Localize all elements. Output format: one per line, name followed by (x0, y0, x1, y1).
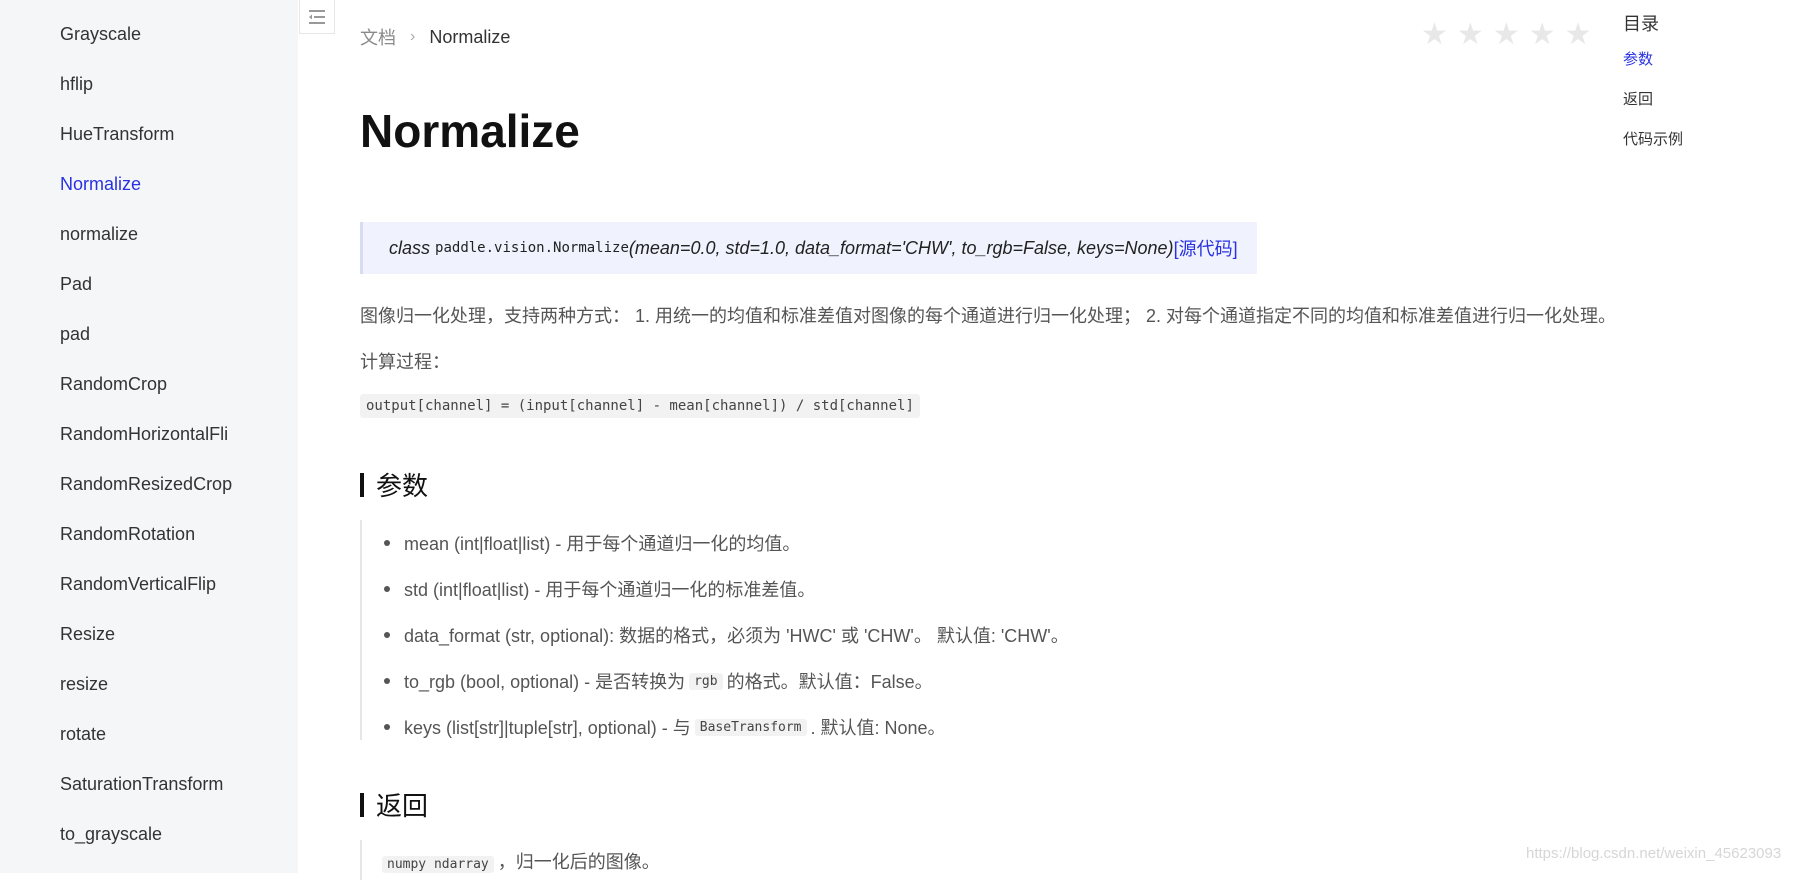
sidebar-item-pad-class[interactable]: Pad (60, 274, 92, 295)
inline-code: rgb (689, 672, 723, 690)
sidebar-item-resize-func[interactable]: resize (60, 674, 108, 695)
list-item: mean (int|float|list) - 用于每个通道归一化的均值。 (384, 530, 801, 556)
star-icon[interactable]: ★ (1493, 20, 1520, 50)
heading-bar (360, 472, 364, 497)
param-text: std (int|float|list) - 用于每个通道归一化的标准差值。 (404, 580, 816, 600)
params-heading: 参数 (360, 466, 428, 503)
bullet-icon (384, 540, 390, 546)
watermark: https://blog.csdn.net/weixin_45623093 (1526, 845, 1782, 862)
sidebar-item-randomhorizontalflip[interactable]: RandomHorizontalFli (60, 424, 228, 445)
toc-item-returns[interactable]: 返回 (1623, 88, 1653, 109)
list-item: keys (list[str]|tuple[str], optional) - … (384, 714, 946, 740)
inline-code: numpy ndarray (382, 856, 494, 873)
chevron-right-icon: › (410, 28, 416, 45)
sidebar-item-grayscale[interactable]: Grayscale (60, 24, 141, 45)
returns-block: numpy ndarray ，归一化后的图像。 (360, 840, 962, 880)
formula-code: output[channel] = (input[channel] - mean… (360, 394, 920, 418)
param-text: 的格式。默认值：False。 (726, 672, 933, 692)
api-signature: class paddle.vision.Normalize (mean=0.0, … (360, 222, 1257, 274)
param-text: mean (int|float|list) - 用于每个通道归一化的均值。 (404, 534, 801, 554)
menu-collapse-icon (309, 9, 325, 24)
breadcrumb: 文档 › Normalize (360, 24, 510, 50)
calc-label: 计算过程： (360, 352, 450, 372)
signature-name: paddle.vision.Normalize (435, 240, 629, 256)
heading-bar (360, 792, 364, 817)
star-icon[interactable]: ★ (1421, 20, 1448, 50)
sidebar-nav: Grayscale hflip HueTransform Normalize n… (0, 0, 298, 873)
param-text: keys (list[str]|tuple[str], optional) - … (404, 718, 691, 738)
signature-params: (mean=0.0, std=1.0, data_format='CHW', t… (628, 237, 1174, 258)
sidebar-item-huetransform[interactable]: HueTransform (60, 124, 174, 145)
returns-heading-text: 返回 (376, 791, 429, 821)
sidebar-item-saturationtransform[interactable]: SaturationTransform (60, 774, 223, 795)
returns-heading: 返回 (360, 786, 428, 823)
sidebar-item-pad-func[interactable]: pad (60, 324, 90, 345)
page-title: Normalize (360, 105, 580, 157)
sidebar-item-randomcrop[interactable]: RandomCrop (60, 374, 167, 395)
bullet-icon (384, 632, 390, 638)
toc-item-params[interactable]: 参数 (1623, 48, 1653, 69)
bullet-icon (384, 724, 390, 730)
bullet-icon (384, 678, 390, 684)
description: 图像归一化处理，支持两种方式： 1. 用统一的均值和标准差值对图像的每个通道进行… (360, 306, 1617, 326)
source-code-link[interactable]: [源代码] (1174, 235, 1238, 261)
toc-title: 目录 (1623, 14, 1659, 34)
star-icon[interactable]: ★ (1565, 20, 1592, 50)
sidebar-item-to-grayscale[interactable]: to_grayscale (60, 824, 162, 845)
sidebar-item-hflip[interactable]: hflip (60, 74, 93, 95)
sidebar-item-normalize-class[interactable]: Normalize (60, 174, 141, 195)
toc-item-code-example[interactable]: 代码示例 (1623, 128, 1683, 149)
rating-stars: ★ ★ ★ ★ ★ (1421, 20, 1592, 50)
signature-keyword: class (389, 237, 431, 258)
param-text: data_format (str, optional): 数据的格式，必须为 '… (404, 626, 1069, 646)
list-item: data_format (str, optional): 数据的格式，必须为 '… (384, 622, 1069, 648)
sidebar-item-randomresizedcrop[interactable]: RandomResizedCrop (60, 474, 232, 495)
breadcrumb-current: Normalize (429, 26, 511, 47)
params-heading-text: 参数 (376, 471, 429, 501)
sidebar-item-normalize-func[interactable]: normalize (60, 224, 138, 245)
inline-code: BaseTransform (694, 718, 807, 736)
param-text: to_rgb (bool, optional) - 是否转换为 (404, 672, 686, 692)
breadcrumb-docs-link[interactable]: 文档 (360, 24, 396, 50)
list-item: std (int|float|list) - 用于每个通道归一化的标准差值。 (384, 576, 816, 602)
param-text: . 默认值: None。 (810, 718, 946, 738)
bullet-icon (384, 586, 390, 592)
sidebar-collapse-button[interactable] (299, 0, 335, 34)
params-list: mean (int|float|list) - 用于每个通道归一化的均值。 st… (360, 520, 1562, 740)
returns-desc: ，归一化后的图像。 (497, 852, 660, 872)
returns-text: numpy ndarray ，归一化后的图像。 (382, 848, 660, 874)
list-item: to_rgb (bool, optional) - 是否转换为 rgb 的格式。… (384, 668, 933, 694)
star-icon[interactable]: ★ (1457, 20, 1484, 50)
sidebar-item-resize-class[interactable]: Resize (60, 624, 115, 645)
sidebar-item-randomrotation[interactable]: RandomRotation (60, 524, 195, 545)
star-icon[interactable]: ★ (1529, 20, 1556, 50)
sidebar-item-rotate[interactable]: rotate (60, 724, 106, 745)
sidebar-item-randomverticalflip[interactable]: RandomVerticalFlip (60, 574, 216, 595)
